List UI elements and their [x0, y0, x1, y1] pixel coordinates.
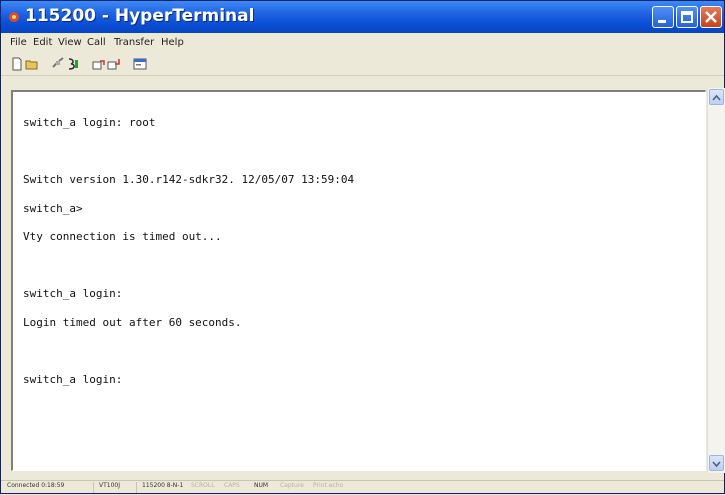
minimize-button[interactable]: [652, 6, 674, 28]
status-connected: Connected 0:18:59: [7, 482, 65, 489]
properties-icon[interactable]: [133, 57, 147, 71]
disconnect-icon[interactable]: [66, 57, 80, 71]
menu-bar: File Edit View Call Transfer Help: [1, 34, 724, 52]
open-icon[interactable]: [25, 57, 39, 71]
terminal-output: switch_a login: root Switch version 1.30…: [23, 99, 354, 403]
send-file-icon[interactable]: [92, 57, 106, 71]
toolbar: [1, 53, 724, 76]
maximize-button[interactable]: [676, 6, 698, 28]
terminal-line: switch_a>: [23, 201, 83, 215]
scroll-up-button[interactable]: [709, 89, 724, 105]
status-print-echo: Print echo: [313, 482, 344, 489]
status-caps: CAPS: [224, 482, 240, 489]
connect-icon[interactable]: [51, 57, 65, 71]
terminal-line: switch_a login:: [23, 287, 123, 300]
status-settings: 115200 8-N-1: [142, 482, 184, 489]
status-emulation: VT100J: [99, 482, 120, 489]
menu-call[interactable]: Call: [87, 37, 106, 48]
chevron-up-icon: [712, 94, 721, 101]
close-icon: [705, 11, 717, 23]
receive-file-icon[interactable]: [107, 57, 121, 71]
terminal-line: Vty connection is timed out...: [23, 230, 222, 243]
menu-help[interactable]: Help: [161, 37, 184, 48]
new-connection-icon[interactable]: [10, 57, 24, 71]
hyperterminal-window: 115200 - HyperTerminal File Edit View Ca…: [0, 0, 725, 494]
status-bar: Connected 0:18:59 VT100J 115200 8-N-1 SC…: [1, 480, 724, 495]
menu-file[interactable]: File: [10, 37, 27, 48]
terminal-line: switch_a login: root: [23, 116, 156, 129]
terminal-screen[interactable]: switch_a login: root Switch version 1.30…: [11, 90, 706, 471]
menu-transfer[interactable]: Transfer: [114, 37, 154, 48]
hyperterminal-app-icon: [9, 12, 19, 22]
menu-edit[interactable]: Edit: [33, 37, 52, 48]
menu-view[interactable]: View: [58, 37, 82, 48]
maximize-icon: [681, 11, 693, 23]
terminal-line: Switch version 1.30.r142-sdkr32. 12/05/0…: [23, 173, 355, 186]
vertical-scrollbar[interactable]: [707, 88, 725, 473]
chevron-down-icon: [712, 461, 721, 468]
title-bar[interactable]: 115200 - HyperTerminal: [1, 1, 724, 33]
status-scroll: SCROLL: [191, 482, 215, 489]
close-button[interactable]: [700, 6, 722, 28]
terminal-line: switch_a login:: [23, 372, 123, 386]
window-title: 115200 - HyperTerminal: [25, 6, 255, 26]
status-capture: Capture: [280, 482, 304, 489]
status-num: NUM: [254, 482, 269, 489]
terminal-line: Login timed out after 60 seconds.: [23, 315, 242, 329]
scroll-down-button[interactable]: [709, 455, 724, 471]
status-separator: [93, 482, 94, 493]
minimize-icon: [658, 20, 666, 23]
status-separator: [136, 482, 137, 493]
